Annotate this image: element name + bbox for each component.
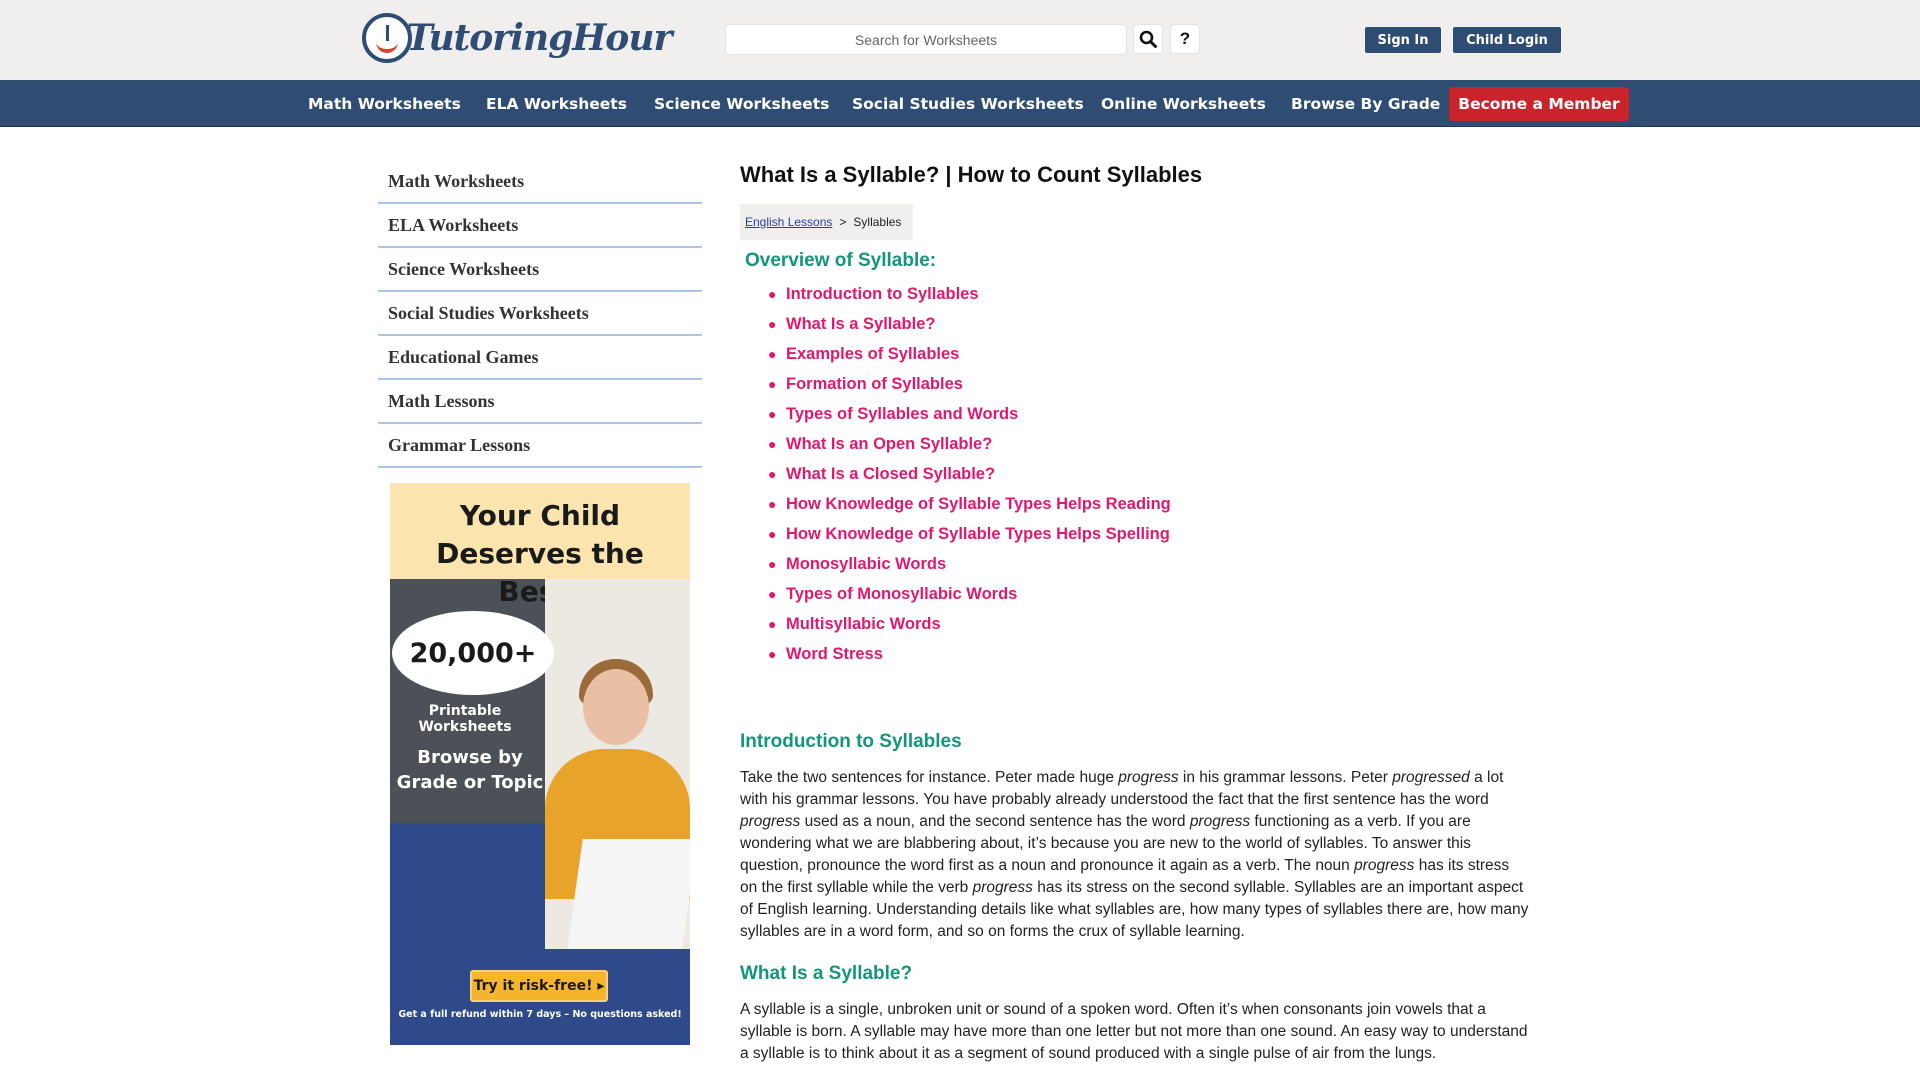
sidebar-item-math-lessons[interactable]: Math Lessons (378, 380, 702, 424)
search-icon (1139, 30, 1157, 48)
child-photo (545, 579, 690, 949)
breadcrumb-separator: > (839, 215, 847, 229)
page-title: What Is a Syllable? | How to Count Sylla… (740, 162, 1203, 187)
search-input[interactable] (726, 25, 1126, 54)
overview-heading: Overview of Syllable: (745, 250, 937, 271)
breadcrumb-link-english-lessons[interactable]: English Lessons (745, 215, 832, 229)
promo-subtitle: Printable Worksheets (418, 703, 512, 735)
nav-math-worksheets[interactable]: Math Worksheets (308, 80, 461, 127)
site-logo[interactable]: TutoringHour (362, 12, 672, 64)
promo-banner[interactable]: Your Child Deserves the Best! 20,000+ Pr… (390, 483, 690, 1045)
clock-book-icon (362, 13, 412, 63)
bullet-icon: ● (768, 286, 777, 302)
table-of-contents: ● Introduction to Syllables ● What Is a Sy… (768, 279, 1530, 669)
breadcrumb-current: Syllables (853, 215, 902, 229)
bullet-icon: ● (768, 496, 777, 512)
child-login-button[interactable]: Child Login (1453, 27, 1561, 53)
bullet-icon: ● (768, 646, 777, 662)
breadcrumb: English Lessons > Syllables (740, 204, 914, 240)
toc-item[interactable]: ● Monosyllabic Words (768, 549, 1530, 579)
toc-item[interactable]: ● Introduction to Syllables (768, 279, 1530, 309)
logo-wordmark: TutoringHour (406, 17, 672, 59)
top-header: TutoringHour ? Sign In Child Login (0, 0, 1920, 80)
nav-social-studies-worksheets[interactable]: Social Studies Worksheets (852, 80, 1084, 127)
intro-paragraph: Take the two sentences for instance. Pet… (740, 769, 1529, 940)
bullet-icon: ● (768, 466, 777, 482)
search-button[interactable] (1133, 24, 1163, 54)
article: What Is a Syllable? | How to Count Sylla… (740, 160, 1530, 1065)
help-icon: ? (1179, 29, 1191, 48)
nav-browse-by-grade[interactable]: Browse By Grade (1291, 80, 1440, 127)
sidebar: Math Worksheets ELA Worksheets Science W… (378, 160, 702, 468)
bullet-icon: ● (768, 406, 777, 422)
sidebar-item-educational-games[interactable]: Educational Games (378, 336, 702, 380)
try-risk-free-button[interactable]: Try it risk-free! ▸ (470, 970, 608, 1002)
sign-in-button[interactable]: Sign In (1365, 27, 1441, 53)
refund-note: Get a full refund within 7 days – No que… (398, 1009, 682, 1020)
search-box (725, 24, 1127, 55)
what-paragraph: A syllable is a single, unbroken unit or… (740, 1001, 1528, 1062)
section-heading-what-is-syllable: What Is a Syllable? (740, 963, 913, 984)
nav-online-worksheets[interactable]: Online Worksheets (1101, 80, 1266, 127)
bullet-icon: ● (768, 346, 777, 362)
toc-item[interactable]: ● Examples of Syllables (768, 339, 1530, 369)
worksheet-count-badge: 20,000+ (392, 611, 554, 695)
bullet-icon: ● (768, 376, 777, 392)
toc-item[interactable]: ● Types of Monosyllabic Words (768, 579, 1530, 609)
sidebar-item-math-worksheets[interactable]: Math Worksheets (378, 160, 702, 204)
toc-item[interactable]: ● How Knowledge of Syllable Types Helps S… (768, 519, 1530, 549)
bullet-icon: ● (768, 586, 777, 602)
toc-item[interactable]: ● What Is a Closed Syllable? (768, 459, 1530, 489)
toc-item[interactable]: ● Formation of Syllables (768, 369, 1530, 399)
promo-browse-text: Browse by Grade or Topic (396, 747, 544, 793)
bullet-icon: ● (768, 556, 777, 572)
toc-item[interactable]: ● Multisyllabic Words (768, 609, 1530, 639)
toc-item[interactable]: ● What Is a Syllable? (768, 309, 1530, 339)
nav-ela-worksheets[interactable]: ELA Worksheets (486, 80, 627, 127)
toc-item[interactable]: ● What Is an Open Syllable? (768, 429, 1530, 459)
help-button[interactable]: ? (1170, 24, 1200, 54)
bullet-icon: ● (768, 436, 777, 452)
sidebar-item-science-worksheets[interactable]: Science Worksheets (378, 248, 702, 292)
sidebar-item-ela-worksheets[interactable]: ELA Worksheets (378, 204, 702, 248)
bullet-icon: ● (768, 616, 777, 632)
sidebar-item-grammar-lessons[interactable]: Grammar Lessons (378, 424, 702, 468)
toc-item[interactable]: ● Types of Syllables and Words (768, 399, 1530, 429)
bullet-icon: ● (768, 316, 777, 332)
section-heading-introduction: Introduction to Syllables (740, 731, 962, 752)
toc-item[interactable]: ● Word Stress (768, 639, 1530, 669)
main-nav: Math Worksheets ELA Worksheets Science W… (0, 80, 1920, 127)
bullet-icon: ● (768, 526, 777, 542)
toc-item[interactable]: ● How Knowledge of Syllable Types Helps R… (768, 489, 1530, 519)
sidebar-item-social-studies-worksheets[interactable]: Social Studies Worksheets (378, 292, 702, 336)
nav-science-worksheets[interactable]: Science Worksheets (654, 80, 829, 127)
become-member-button[interactable]: Become a Member (1449, 87, 1629, 121)
